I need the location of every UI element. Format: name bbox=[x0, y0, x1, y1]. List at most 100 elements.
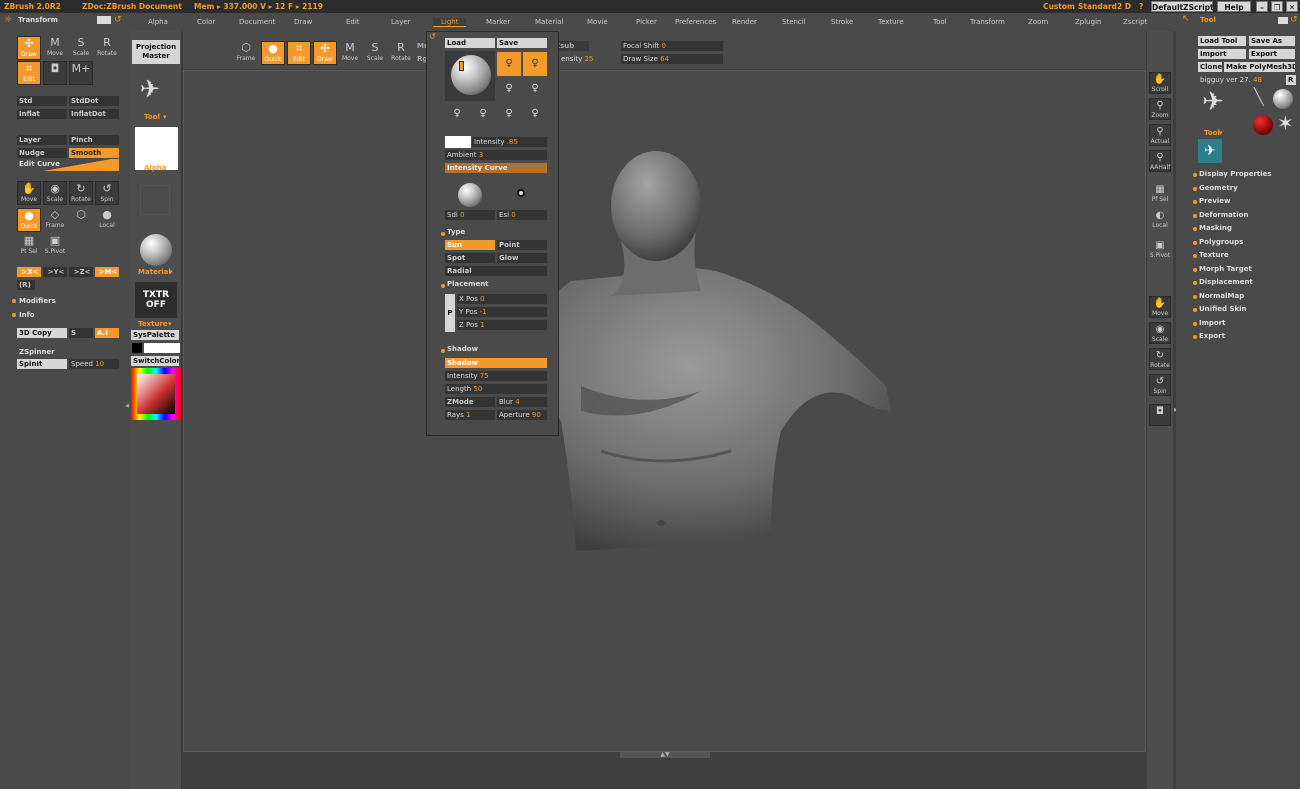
sun-button[interactable]: Sun bbox=[445, 240, 495, 250]
spot-button[interactable]: Spot bbox=[445, 253, 495, 263]
alpha-label[interactable]: Alpha bbox=[144, 164, 167, 172]
type-section-label[interactable]: Type bbox=[447, 228, 465, 236]
submenu-normalmap[interactable]: NormalMap bbox=[1199, 292, 1244, 300]
quick-help-button[interactable]: ? bbox=[1139, 2, 1143, 11]
menu-draw[interactable]: Draw bbox=[294, 18, 312, 26]
placement-section-label[interactable]: Placement bbox=[447, 280, 489, 288]
glow-button[interactable]: Glow bbox=[497, 253, 547, 263]
light-slot-5[interactable]: ♀ bbox=[452, 108, 462, 120]
tool-subtitle-chevron-down-icon[interactable]: ▾ bbox=[1219, 129, 1223, 137]
s-button[interactable]: S bbox=[69, 328, 93, 338]
point-button[interactable]: Point bbox=[497, 240, 547, 250]
draw-button[interactable]: ✣ Draw bbox=[313, 41, 337, 65]
rotate-view-button[interactable]: ↻ Rotate bbox=[1149, 348, 1171, 370]
switchcolor-button[interactable]: SwitchColor bbox=[131, 356, 179, 366]
menu-zscript[interactable]: Zscript bbox=[1123, 18, 1147, 26]
spinit-button[interactable]: SpinIt bbox=[17, 359, 67, 369]
light-slot-8[interactable]: ♀ bbox=[530, 108, 540, 120]
brush-pinch[interactable]: Pinch bbox=[69, 135, 119, 145]
active-tool-thumbnail[interactable]: ✈ bbox=[1198, 139, 1222, 163]
aahalf-view-button[interactable]: ⚲ AAHalf bbox=[1149, 150, 1171, 172]
canvas-resize-handle[interactable]: ▲▼ bbox=[620, 752, 710, 758]
menu-zplugin[interactable]: Zplugin bbox=[1075, 18, 1101, 26]
save-as-button[interactable]: Save As bbox=[1249, 36, 1295, 46]
tool-icon[interactable]: ✈ bbox=[140, 75, 160, 103]
axis-m-toggle[interactable]: >M< bbox=[95, 267, 119, 277]
frame-button[interactable]: ⬡ Frame bbox=[234, 41, 258, 65]
palette-dock-icon[interactable] bbox=[97, 16, 111, 24]
star-tool-icon[interactable]: ✶ bbox=[1277, 111, 1294, 135]
intensity-curve-button[interactable]: Intensity Curve bbox=[445, 163, 547, 173]
submenu-morph-target[interactable]: Morph Target bbox=[1199, 265, 1252, 273]
submenu-texture[interactable]: Texture bbox=[1199, 251, 1229, 259]
info-label[interactable]: Info bbox=[19, 311, 34, 319]
speed-slider[interactable]: Speed 10 bbox=[69, 359, 119, 369]
scroll-view-button[interactable]: ✋ Scroll bbox=[1149, 72, 1171, 94]
clone-button[interactable]: Clone bbox=[1198, 62, 1222, 72]
radial-button[interactable]: Radial bbox=[445, 266, 547, 276]
ai-button[interactable]: A.I bbox=[95, 328, 119, 338]
load-tool-button[interactable]: Load Tool bbox=[1198, 36, 1246, 46]
light-slot-2[interactable]: ♀ bbox=[523, 52, 547, 76]
spin-view-button[interactable]: ↺ Spin bbox=[1149, 374, 1171, 396]
snapshot-5-button[interactable]: ◘ bbox=[43, 61, 67, 85]
material-chevron-down-icon[interactable]: ▾ bbox=[169, 268, 173, 276]
light-save-button[interactable]: Save bbox=[497, 38, 547, 48]
restore-icon[interactable]: ❐ bbox=[1271, 1, 1283, 12]
copy3d-button[interactable]: 3D Copy bbox=[17, 328, 67, 338]
submenu-deformation[interactable]: Deformation bbox=[1199, 211, 1248, 219]
submenu-display-properties[interactable]: Display Properties bbox=[1199, 170, 1272, 178]
menu-zoom[interactable]: Zoom bbox=[1028, 18, 1048, 26]
texture-chevron-down-icon[interactable]: ▾ bbox=[168, 320, 172, 328]
menu-document[interactable]: Document bbox=[239, 18, 275, 26]
length-slider[interactable]: Length 50 bbox=[445, 384, 547, 394]
tool-label[interactable]: Tool bbox=[144, 113, 160, 121]
tool-chevron-down-icon[interactable]: ▾ bbox=[163, 113, 167, 121]
r-button[interactable]: R bbox=[1286, 75, 1296, 85]
submenu-polygroups[interactable]: Polygroups bbox=[1199, 238, 1243, 246]
scale-button[interactable]: S Scale bbox=[363, 41, 387, 65]
scale-view-button[interactable]: ◉ Scale bbox=[1149, 322, 1171, 344]
y-pos-slider[interactable]: Y Pos -1 bbox=[457, 307, 547, 317]
light-preview[interactable] bbox=[445, 51, 495, 101]
light-slot-7[interactable]: ♀ bbox=[504, 108, 514, 120]
material-label[interactable]: Material bbox=[138, 268, 171, 276]
brush-smooth[interactable]: Smooth bbox=[69, 148, 119, 158]
menu-movie[interactable]: Movie bbox=[587, 18, 608, 26]
axis-x-toggle[interactable]: >X< bbox=[17, 267, 41, 277]
projection-master-button[interactable]: Projection Master bbox=[132, 40, 180, 64]
red-sphere-tool-icon[interactable] bbox=[1253, 115, 1273, 135]
spivot-view-button[interactable]: ▣ S.Pivot bbox=[1149, 239, 1171, 261]
axis-y-toggle[interactable]: >Y< bbox=[43, 267, 67, 277]
placement-p-button[interactable]: P bbox=[445, 294, 455, 332]
close-icon[interactable]: ✕ bbox=[1286, 1, 1298, 12]
local-tool-button[interactable]: ● Local bbox=[95, 208, 119, 232]
shadow-intensity-slider[interactable]: Intensity 75 bbox=[445, 371, 547, 381]
texture-label[interactable]: Texture bbox=[138, 320, 168, 328]
submenu-geometry[interactable]: Geometry bbox=[1199, 184, 1238, 192]
esi-slider[interactable]: Esi 0 bbox=[497, 210, 547, 220]
twod-button[interactable]: 2 D bbox=[1117, 2, 1131, 11]
brush-nudge[interactable]: Nudge bbox=[17, 148, 67, 158]
z-intensity-slider[interactable]: ensity 25 bbox=[559, 54, 619, 64]
actual-view-button[interactable]: ⚲ Actual bbox=[1149, 124, 1171, 146]
palette-reset-icon[interactable]: ↺ bbox=[114, 15, 122, 25]
menu-color[interactable]: Color bbox=[197, 18, 215, 26]
shadow-section-label[interactable]: Shadow bbox=[447, 345, 478, 353]
scale-tool-button[interactable]: ◉ Scale bbox=[43, 181, 67, 205]
tool-preview-icon[interactable]: ✈ bbox=[1202, 87, 1224, 117]
menu-render[interactable]: Render bbox=[732, 18, 757, 26]
zoom-view-button[interactable]: ⚲ Zoom bbox=[1149, 98, 1171, 120]
shadow-button[interactable]: Shadow bbox=[445, 358, 547, 368]
minimize-icon[interactable]: – bbox=[1256, 1, 1268, 12]
rotate-button[interactable]: R Rotate bbox=[389, 41, 413, 65]
sdi-slider[interactable]: Sdi 0 bbox=[445, 210, 495, 220]
export-button[interactable]: Export bbox=[1249, 49, 1295, 59]
light-slot-1[interactable]: ♀ bbox=[497, 52, 521, 76]
light-color-swatch[interactable] bbox=[445, 136, 471, 148]
help-button[interactable]: Help bbox=[1217, 1, 1251, 12]
poly-6-tool-button[interactable]: ⬡ bbox=[69, 208, 93, 232]
color-picker[interactable] bbox=[131, 368, 181, 420]
light-slot-3[interactable]: ♀ bbox=[504, 83, 514, 95]
light-load-button[interactable]: Load bbox=[445, 38, 495, 48]
